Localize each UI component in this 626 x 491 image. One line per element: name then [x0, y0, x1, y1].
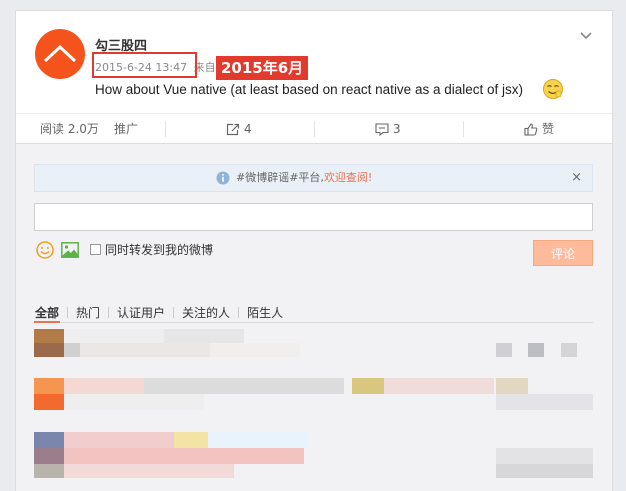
active-filter-underline: [34, 321, 60, 323]
blurred-content: [561, 343, 577, 357]
action-divider: [463, 121, 464, 137]
action-divider: [314, 121, 315, 137]
blurred-content: [64, 378, 144, 394]
filter-divider: [108, 307, 110, 318]
blurred-content: [164, 329, 244, 343]
blurred-avatar: [34, 432, 64, 448]
avatar[interactable]: [35, 29, 85, 79]
forward-count: 4: [244, 122, 252, 136]
comment-button[interactable]: 3: [375, 114, 401, 144]
comment-count: 3: [393, 122, 401, 136]
like-button[interactable]: 赞: [524, 114, 554, 144]
comment-section: #微博辟谣#平台,欢迎查阅! × 同时转发到我的微博 评论 全部 热门 认证用户 关注…: [16, 143, 612, 491]
blurred-content: [64, 394, 204, 410]
filter-following[interactable]: 关注的人: [181, 304, 231, 321]
filter-divider: [238, 307, 240, 318]
blurred-content: [64, 343, 80, 357]
blurred-content: [64, 464, 234, 478]
blurred-content: [144, 378, 344, 394]
blurred-content: [496, 343, 512, 357]
filter-all[interactable]: 全部: [34, 304, 60, 321]
filter-divider-line: [34, 322, 593, 323]
action-divider: [165, 121, 166, 137]
weibo-post-card: 勾三股四 2015-6-24 13:47 来自 2015年6月 How abou…: [15, 10, 613, 491]
forward-checkbox[interactable]: [90, 244, 101, 255]
filter-hot[interactable]: 热门: [75, 304, 101, 321]
avatar-chevron-icon: [43, 44, 77, 63]
blurred-content: [496, 378, 528, 394]
filter-divider: [67, 307, 69, 318]
date-annotation-label: 2015年6月: [216, 56, 309, 80]
rumor-notice-bar: #微博辟谣#平台,欢迎查阅! ×: [34, 164, 593, 192]
forward-label: 同时转发到我的微博: [105, 243, 214, 257]
blurred-content: [352, 378, 384, 394]
like-label: 赞: [542, 122, 555, 136]
blurred-avatar: [34, 329, 64, 343]
filter-strangers[interactable]: 陌生人: [246, 304, 284, 321]
forward-to-weibo-option[interactable]: 同时转发到我的微博: [90, 242, 213, 258]
chevron-down-icon[interactable]: [578, 27, 594, 43]
emoji-picker-icon[interactable]: [36, 241, 54, 259]
blurred-avatar: [34, 394, 64, 410]
blurred-avatar: [34, 343, 64, 357]
blurred-content: [496, 464, 593, 478]
blurred-content: [64, 329, 164, 343]
read-count: 阅读 2.0万: [40, 122, 99, 136]
image-upload-icon[interactable]: [61, 242, 79, 258]
blurred-avatar: [34, 464, 64, 478]
close-icon[interactable]: ×: [571, 165, 582, 191]
comment-icon: [375, 123, 389, 137]
blurred-content: [64, 432, 174, 448]
notice-topic[interactable]: #微博辟谣#平台,: [236, 171, 324, 184]
submit-comment-button[interactable]: 评论: [533, 240, 593, 266]
blurred-content: [208, 432, 308, 448]
blurred-content: [384, 378, 494, 394]
smirk-emoji-icon: [543, 79, 563, 99]
info-icon: [216, 171, 230, 185]
blurred-content: [174, 432, 208, 448]
filter-verified[interactable]: 认证用户: [116, 304, 166, 321]
post-action-bar: 阅读 2.0万 推广 4 3 赞: [16, 113, 612, 143]
comment-filter-tabs: 全部 热门 认证用户 关注的人 陌生人: [34, 304, 284, 322]
blurred-content: [64, 448, 304, 464]
blurred-content: [528, 343, 544, 357]
blurred-content: [210, 343, 300, 357]
comment-input[interactable]: [34, 203, 593, 231]
notice-link[interactable]: 欢迎查阅!: [324, 171, 372, 184]
timestamp-highlight-box: [92, 52, 197, 78]
blurred-content: [80, 343, 210, 357]
forward-button[interactable]: 4: [226, 114, 252, 144]
post-text: How about Vue native (at least based on …: [95, 82, 523, 97]
promote-button[interactable]: 推广: [114, 114, 138, 144]
notice-text: #微博辟谣#平台,欢迎查阅!: [236, 165, 372, 191]
forward-icon: [226, 123, 240, 136]
blurred-content: [496, 394, 593, 410]
blurred-avatar: [34, 448, 64, 464]
blurred-avatar: [34, 378, 64, 394]
blurred-content: [496, 448, 593, 464]
blurred-comment-list: [34, 324, 593, 491]
filter-divider: [173, 307, 175, 318]
thumbs-up-icon: [524, 123, 538, 136]
